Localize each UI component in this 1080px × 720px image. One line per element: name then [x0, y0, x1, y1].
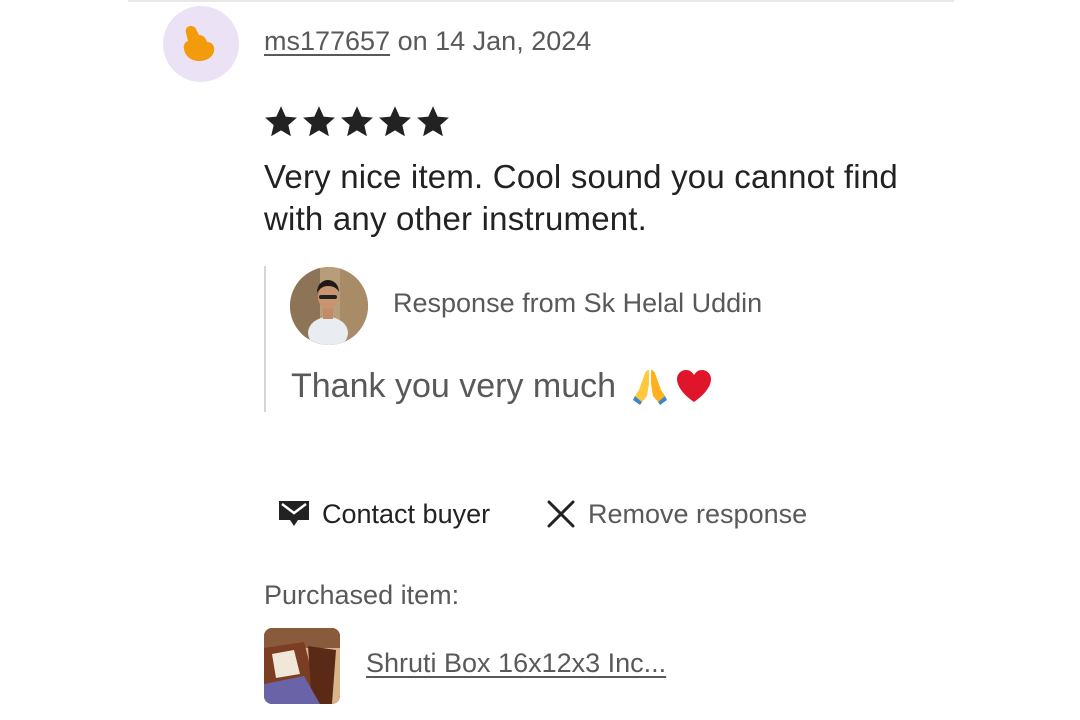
review-date: on 14 Jan, 2024 — [390, 26, 592, 56]
response-text-row: Thank you very much — [291, 366, 714, 406]
review-card: ms177657 on 14 Jan, 2024 Very nice item.… — [0, 0, 1080, 720]
star-rating — [263, 100, 453, 144]
purchased-item-label: Purchased item: — [264, 580, 460, 610]
item-thumbnail[interactable] — [264, 628, 340, 704]
star-icon — [263, 100, 301, 144]
item-photo-icon — [264, 628, 340, 704]
remove-response-label: Remove response — [588, 498, 808, 529]
review-header: ms177657 on 14 Jan, 2024 — [264, 26, 591, 57]
reviewer-avatar — [163, 6, 239, 82]
star-icon — [339, 100, 377, 144]
response-divider — [264, 266, 266, 412]
seller-avatar — [290, 267, 368, 345]
folded-hands-icon — [630, 366, 670, 406]
response-from-label: Response from Sk Helal Uddin — [393, 288, 763, 318]
red-heart-icon — [674, 366, 714, 406]
star-icon — [377, 100, 415, 144]
purchased-item-link[interactable]: Shruti Box 16x12x3 Inc... — [366, 648, 666, 679]
response-text: Thank you very much — [291, 366, 617, 405]
person-photo-icon — [290, 267, 368, 345]
star-icon — [301, 100, 339, 144]
review-text: Very nice item. Cool sound you cannot fi… — [264, 158, 898, 237]
message-icon — [278, 499, 310, 529]
close-icon — [546, 499, 576, 529]
contact-buyer-label: Contact buyer — [322, 498, 491, 529]
remove-response-button[interactable]: Remove response — [546, 492, 807, 536]
hand-icon — [183, 26, 215, 61]
reviewer-username-link[interactable]: ms177657 — [264, 26, 390, 56]
divider — [128, 0, 954, 2]
star-icon — [415, 100, 453, 144]
contact-buyer-button[interactable]: Contact buyer — [278, 492, 490, 536]
